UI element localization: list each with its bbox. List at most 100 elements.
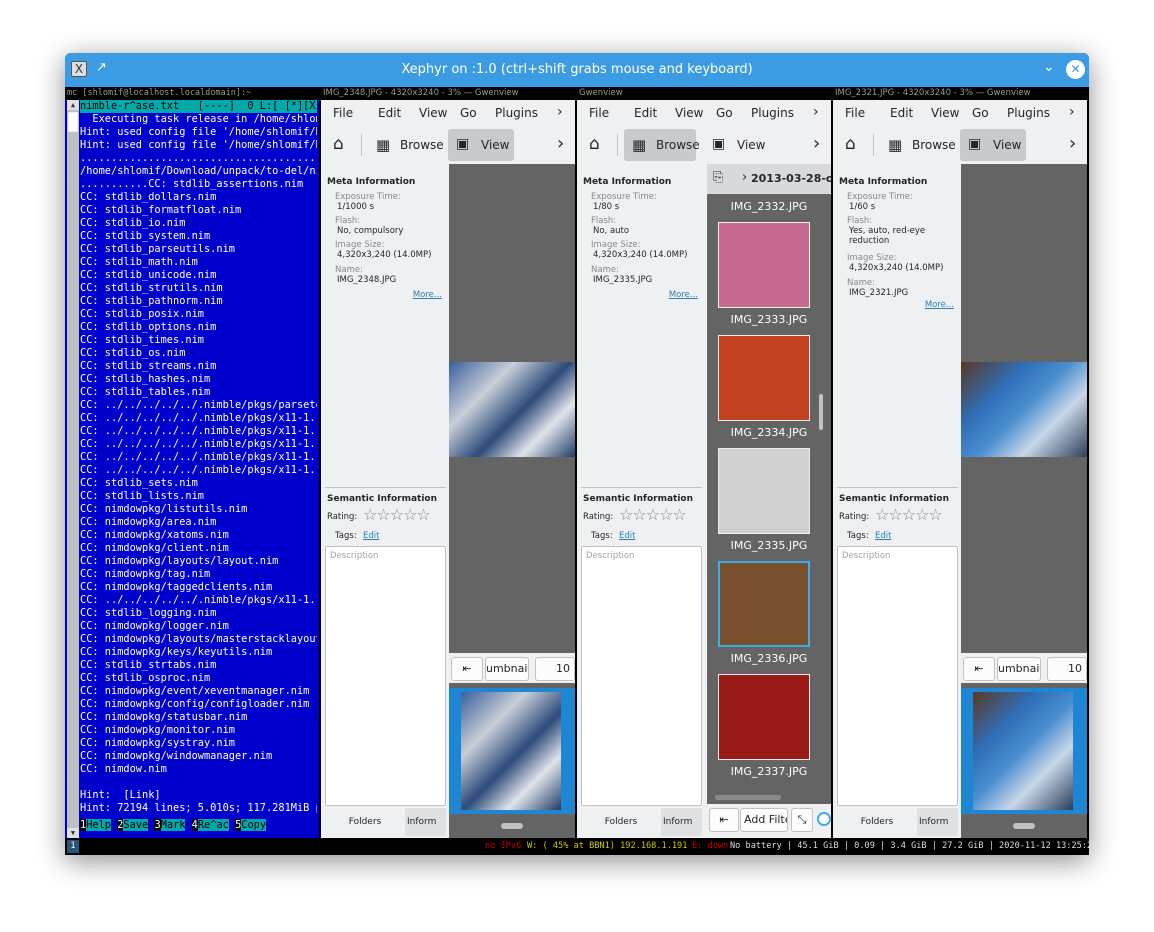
tags-edit-link[interactable]: Edit	[875, 531, 891, 541]
tab-information[interactable]: Inform	[663, 808, 703, 836]
description-field[interactable]: Description	[325, 546, 446, 806]
tab-folders[interactable]: Folders	[581, 808, 661, 836]
terminal-line: nimble-r^ase.txt [----] 0 L:[ [*][X]	[80, 100, 317, 113]
close-icon[interactable]: ✕	[1066, 60, 1085, 79]
view-button[interactable]: ▣ View	[704, 129, 770, 161]
menu-edit[interactable]: Edit	[890, 106, 913, 120]
breadcrumb[interactable]: ⎘ › 2013-03-28-ol	[707, 164, 831, 194]
menu-plugins[interactable]: Plugins	[751, 106, 794, 120]
copy-icon[interactable]: ⎘	[713, 170, 723, 185]
fkey-reac-button[interactable]: Re^ac	[197, 819, 229, 831]
horizontal-scroll-handle[interactable]	[1013, 823, 1035, 829]
toolbar-overflow-icon[interactable]: ›	[557, 133, 564, 154]
browse-button[interactable]: ▦ Browse	[624, 129, 700, 161]
add-filter-button[interactable]: Add Filter	[740, 808, 788, 832]
image-size-icon[interactable]: ⤡	[791, 808, 813, 832]
menu-file[interactable]: File	[845, 106, 865, 120]
mc-terminal[interactable]: mc [shlomif@localhost.localdomain]:~ ▲ ▼…	[65, 87, 319, 838]
view-button[interactable]: ▣ View	[960, 129, 1026, 161]
thumbnail-strip[interactable]	[449, 688, 575, 814]
rating-stars[interactable]: ☆☆☆☆☆	[363, 505, 431, 524]
horizontal-scrollbar-handle[interactable]	[715, 795, 781, 800]
zoom-input[interactable]: 10	[1047, 657, 1087, 681]
rating-stars[interactable]: ☆☆☆☆☆	[875, 505, 943, 524]
vertical-scrollbar-handle[interactable]	[819, 394, 823, 430]
thumbnail-browser[interactable]: ⎘ › 2013-03-28-ol IMG_2332.JPG IMG_2333.JPG I…	[707, 164, 831, 838]
thumbnail-caption: IMG_2337.JPG	[730, 765, 808, 778]
menu-bar: File Edit View Go Plugins ›	[833, 100, 1087, 126]
toolbar-overflow-icon[interactable]: ›	[1069, 133, 1076, 154]
tab-folders[interactable]: Folders	[837, 808, 917, 836]
thumbnail-item[interactable]	[718, 222, 810, 308]
terminal-scrollbar[interactable]: ▲ ▼	[67, 100, 79, 838]
workspace-tag[interactable]: 1	[67, 840, 79, 853]
thumbnail-item[interactable]	[718, 561, 810, 647]
browse-button[interactable]: ▦ Browse	[368, 129, 444, 161]
fkey-mark-button[interactable]: Mark	[160, 819, 186, 831]
scroll-up-icon[interactable]: ▲	[67, 100, 79, 110]
more-link[interactable]: More...	[669, 290, 698, 300]
description-field[interactable]: Description	[837, 546, 958, 806]
breadcrumb-folder[interactable]: 2013-03-28-ol	[751, 172, 831, 185]
thumbnail-bar-button[interactable]: umbnail	[997, 657, 1041, 681]
tags-edit-link[interactable]: Edit	[619, 531, 635, 541]
description-placeholder: Description	[586, 551, 635, 561]
thumbnail-item[interactable]	[718, 674, 810, 760]
thumbnail-item[interactable]	[718, 335, 810, 421]
menu-go[interactable]: Go	[460, 106, 477, 120]
window-titlebar[interactable]: X ↗ Xephyr on :1.0 (ctrl+shift grabs mou…	[65, 53, 1089, 87]
thumbnail-current	[461, 692, 561, 810]
fullscreen-button[interactable]: ⇤	[709, 808, 739, 832]
description-field[interactable]: Description	[581, 546, 702, 806]
menu-overflow-icon[interactable]: ›	[1069, 104, 1075, 120]
function-key-bar[interactable]: 1Help 2Save 3Mark 4Re^ac 5Copy	[80, 819, 317, 832]
menu-edit[interactable]: Edit	[634, 106, 657, 120]
terminal-line: CC: nimdowpkg/client.nim	[80, 542, 229, 554]
scroll-down-icon[interactable]: ▼	[67, 828, 79, 838]
menu-view[interactable]: View	[419, 106, 447, 120]
browse-button[interactable]: ▦ Browse	[880, 129, 956, 161]
fkey-save-button[interactable]: Save	[123, 819, 149, 831]
menu-file[interactable]: File	[333, 106, 353, 120]
view-button[interactable]: ▣ View	[448, 129, 514, 161]
fkey-copy-button[interactable]: Copy	[241, 819, 267, 831]
rating-stars[interactable]: ☆☆☆☆☆	[619, 505, 687, 524]
more-link[interactable]: More...	[925, 300, 954, 310]
scrollbar-thumb[interactable]	[68, 112, 78, 132]
terminal-line: CC: nimdowpkg/monitor.nim	[80, 724, 235, 736]
zoom-input[interactable]: 10	[535, 657, 575, 681]
menu-plugins[interactable]: Plugins	[1007, 106, 1050, 120]
fkey-help-button[interactable]: Help	[86, 819, 112, 831]
tags-edit-link[interactable]: Edit	[363, 531, 379, 541]
terminal-line: Hint: [Link]	[80, 789, 161, 801]
more-link[interactable]: More...	[413, 290, 442, 300]
zoom-slider[interactable]	[817, 812, 831, 826]
menu-file[interactable]: File	[589, 106, 609, 120]
menu-edit[interactable]: Edit	[378, 106, 401, 120]
fit-button[interactable]: ⇤	[451, 657, 483, 681]
menu-plugins[interactable]: Plugins	[495, 106, 538, 120]
toolbar-overflow-icon[interactable]: ›	[813, 133, 820, 154]
tab-information[interactable]: Inform	[919, 808, 959, 836]
menu-go[interactable]: Go	[972, 106, 989, 120]
exposure-label: Exposure Time:	[847, 192, 913, 202]
thumbnail-strip[interactable]	[961, 688, 1087, 814]
tab-folders[interactable]: Folders	[325, 808, 405, 836]
menu-overflow-icon[interactable]: ›	[813, 104, 819, 120]
menu-view[interactable]: View	[931, 106, 959, 120]
home-button[interactable]: ⌂	[583, 129, 611, 161]
menu-view[interactable]: View	[675, 106, 703, 120]
horizontal-scroll-handle[interactable]	[501, 823, 523, 829]
home-button[interactable]: ⌂	[327, 129, 355, 161]
image-view[interactable]: ⇤ umbnail 10	[961, 164, 1087, 838]
menu-overflow-icon[interactable]: ›	[557, 104, 563, 120]
home-button[interactable]: ⌂	[839, 129, 867, 161]
chevron-down-icon[interactable]: ⌄	[1043, 59, 1055, 75]
thumbnail-bar-button[interactable]: umbnail	[485, 657, 529, 681]
tab-information[interactable]: Inform	[407, 808, 447, 836]
menu-go[interactable]: Go	[716, 106, 733, 120]
fit-button[interactable]: ⇤	[963, 657, 995, 681]
thumbnail-item[interactable]	[718, 448, 810, 534]
image-view[interactable]: ⇤ umbnail 10	[449, 164, 575, 838]
terminal-line: CC: nimdowpkg/listutils.nim	[80, 503, 248, 515]
